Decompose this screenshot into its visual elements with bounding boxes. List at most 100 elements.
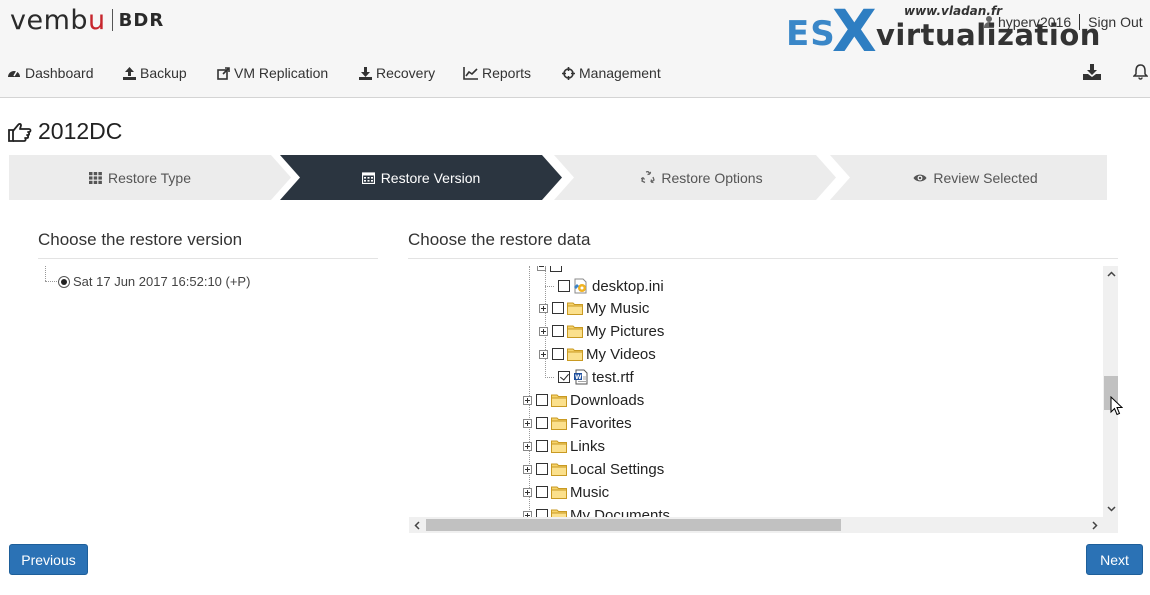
tree-item-my-videos[interactable]: My Videos bbox=[539, 343, 656, 365]
tree-checkbox[interactable] bbox=[536, 509, 548, 517]
expand-toggle[interactable] bbox=[523, 395, 532, 405]
step-restore-version[interactable]: Restore Version bbox=[280, 155, 562, 200]
version-panel-heading: Choose the restore version bbox=[38, 230, 243, 249]
tree-label: My Documents bbox=[570, 506, 671, 518]
version-panel-divider bbox=[38, 258, 378, 259]
nav-backup[interactable]: Backup bbox=[123, 65, 187, 81]
nav-dashboard[interactable]: Dashboard bbox=[7, 65, 94, 81]
tree-label: My Pictures bbox=[586, 322, 665, 340]
tree-checkbox[interactable] bbox=[552, 325, 564, 337]
tree-guide-line bbox=[545, 285, 554, 287]
folder-icon bbox=[551, 394, 567, 407]
scroll-right-button[interactable] bbox=[1087, 517, 1103, 533]
tree-checkbox[interactable] bbox=[536, 463, 548, 475]
tree-checkbox[interactable] bbox=[558, 280, 570, 292]
scroll-left-button[interactable] bbox=[409, 517, 425, 533]
tree-item-local-settings[interactable]: Local Settings bbox=[523, 458, 664, 480]
horizontal-scrollbar[interactable] bbox=[409, 517, 1103, 533]
nav-vm-replication[interactable]: VM Replication bbox=[217, 65, 328, 81]
tree-viewport[interactable]: desktop.ini My Music My Pictures My Vide… bbox=[409, 266, 1103, 517]
previous-button[interactable]: Previous bbox=[9, 544, 88, 575]
tree-checkbox[interactable] bbox=[558, 371, 570, 383]
tree-guide-line bbox=[545, 376, 554, 378]
nav-label: Recovery bbox=[376, 65, 436, 81]
folder-icon bbox=[551, 417, 567, 430]
next-button[interactable]: Next bbox=[1086, 544, 1143, 575]
tree-label: desktop.ini bbox=[592, 277, 664, 295]
recycle-icon bbox=[641, 171, 656, 184]
crosshairs-icon bbox=[562, 66, 575, 80]
external-link-icon bbox=[217, 66, 230, 80]
tree-item-music[interactable]: Music bbox=[523, 481, 609, 503]
download-tray-button[interactable] bbox=[1083, 64, 1101, 85]
expand-toggle[interactable] bbox=[539, 303, 548, 313]
nav-label: Reports bbox=[482, 65, 532, 81]
data-panel-heading: Choose the restore data bbox=[408, 230, 591, 249]
brand-name: vembu bbox=[10, 4, 106, 36]
tree-guide-line bbox=[45, 266, 46, 281]
step-label: Restore Type bbox=[107, 169, 191, 186]
notifications-button[interactable] bbox=[1132, 64, 1149, 85]
scroll-up-button[interactable] bbox=[1103, 266, 1118, 282]
data-panel-divider bbox=[408, 258, 1118, 259]
restore-version-option[interactable]: Sat 17 Jun 2017 16:52:10 (+P) bbox=[58, 274, 250, 289]
folder-icon bbox=[551, 486, 567, 499]
scroll-down-button[interactable] bbox=[1103, 501, 1118, 517]
page-title: 2012DC bbox=[8, 118, 122, 145]
version-label: Sat 17 Jun 2017 16:52:10 (+P) bbox=[73, 274, 251, 289]
folder-icon bbox=[567, 302, 583, 315]
tree-item-downloads[interactable]: Downloads bbox=[523, 389, 644, 411]
tree-item-links[interactable]: Links bbox=[523, 435, 605, 457]
mouse-cursor-icon bbox=[1110, 396, 1123, 416]
calendar-icon bbox=[361, 172, 375, 184]
dashboard-icon bbox=[8, 70, 20, 77]
download-tray-icon bbox=[1083, 64, 1101, 80]
folder-icon bbox=[551, 509, 567, 517]
tree-checkbox[interactable] bbox=[536, 417, 548, 429]
scrollbar-corner bbox=[1103, 517, 1118, 533]
step-review-selected[interactable]: Review Selected bbox=[830, 155, 1107, 200]
download-icon bbox=[359, 66, 372, 80]
step-restore-options[interactable]: Restore Options bbox=[554, 155, 836, 200]
top-header: vembu BDR hyperv2016 Sign Out www.vladan… bbox=[0, 0, 1150, 98]
esx-virtualization-watermark: www.vladan.fr ES X virtualization bbox=[784, 2, 1134, 62]
tree-label: Favorites bbox=[570, 414, 632, 432]
tree-checkbox[interactable] bbox=[552, 348, 564, 360]
vertical-scrollbar[interactable] bbox=[1103, 266, 1118, 517]
product-name: BDR bbox=[118, 9, 165, 31]
nav-management[interactable]: Management bbox=[562, 65, 661, 81]
expand-toggle[interactable] bbox=[523, 441, 532, 451]
line-chart-icon bbox=[463, 66, 478, 80]
nav-reports[interactable]: Reports bbox=[463, 65, 531, 81]
restore-wizard-steps: Restore Type Restore Version Restore Opt… bbox=[9, 155, 1107, 200]
tree-item-test-rtf[interactable]: W test.rtf bbox=[545, 366, 634, 388]
tree-checkbox[interactable] bbox=[550, 266, 562, 272]
tree-checkbox[interactable] bbox=[552, 302, 564, 314]
tree-checkbox[interactable] bbox=[536, 486, 548, 498]
tree-checkbox[interactable] bbox=[536, 440, 548, 452]
tree-item-my-music[interactable]: My Music bbox=[539, 297, 649, 319]
tree-item-my-pictures[interactable]: My Pictures bbox=[539, 320, 664, 342]
tree-label: test.rtf bbox=[592, 368, 634, 386]
nav-label: Backup bbox=[140, 65, 187, 81]
tree-label: My Videos bbox=[586, 345, 656, 363]
version-radio[interactable] bbox=[58, 275, 70, 288]
tree-item-desktop-ini[interactable]: desktop.ini bbox=[545, 275, 664, 297]
vembu-bdr-logo[interactable]: vembu BDR bbox=[10, 4, 164, 36]
horizontal-scroll-thumb[interactable] bbox=[426, 519, 841, 531]
step-label: Review Selected bbox=[933, 169, 1038, 186]
expand-toggle[interactable] bbox=[523, 418, 532, 428]
expand-toggle[interactable] bbox=[523, 487, 532, 497]
tree-item-favorites[interactable]: Favorites bbox=[523, 412, 632, 434]
tree-label: My Music bbox=[586, 299, 650, 317]
tree-checkbox[interactable] bbox=[536, 394, 548, 406]
tree-label: Music bbox=[570, 483, 610, 501]
expand-toggle[interactable] bbox=[539, 349, 548, 359]
step-restore-type[interactable]: Restore Type bbox=[9, 155, 291, 200]
tree-guide-line bbox=[45, 281, 57, 282]
expand-toggle[interactable] bbox=[539, 326, 548, 336]
tree-item-my-documents[interactable]: My Documents bbox=[523, 504, 670, 517]
watermark-url: www.vladan.fr bbox=[904, 4, 1003, 18]
nav-recovery[interactable]: Recovery bbox=[359, 65, 435, 81]
expand-toggle[interactable] bbox=[523, 464, 532, 474]
